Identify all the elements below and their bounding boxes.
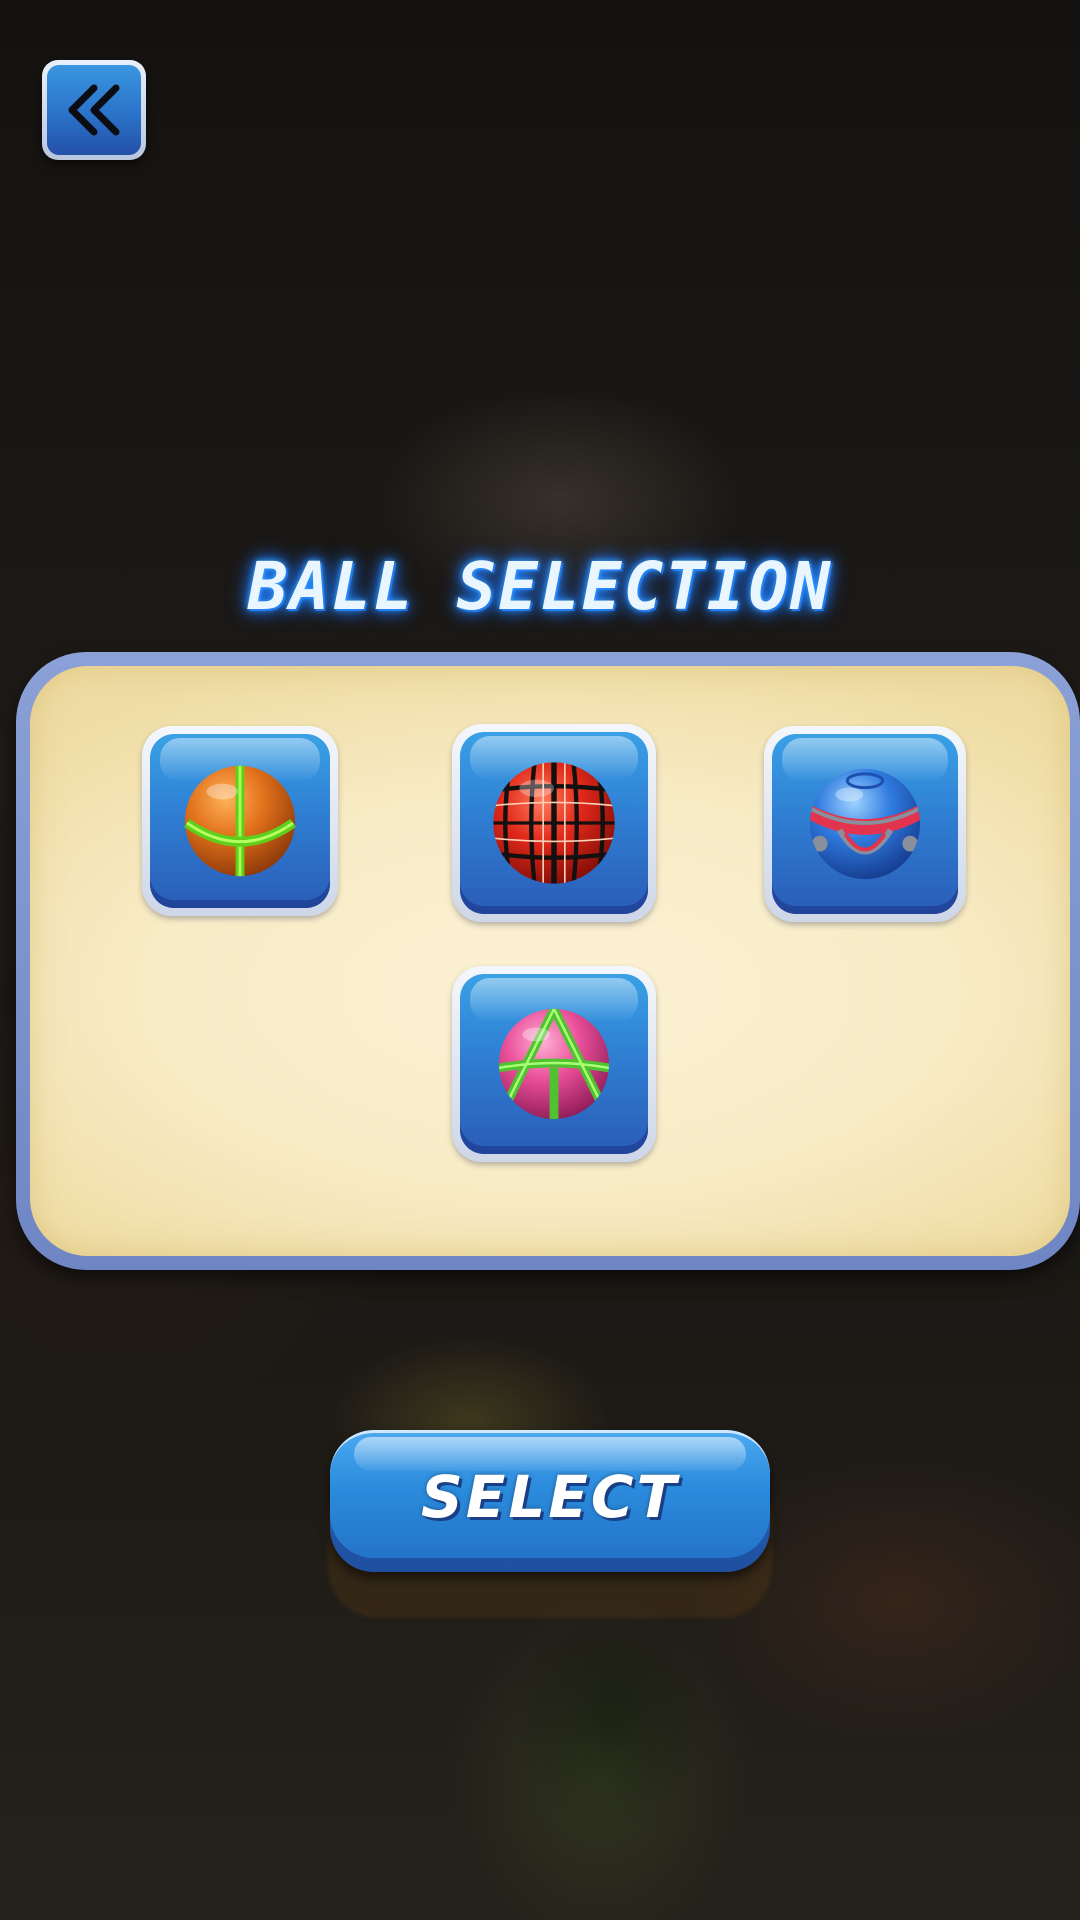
ball-slot-face xyxy=(772,734,958,914)
ball-slot-face xyxy=(150,734,330,908)
ball-slot-red-tech[interactable] xyxy=(452,724,656,922)
ball-selection-screen: BALL SELECTION SELECT xyxy=(0,0,1080,1920)
ball-slot-orange-green[interactable] xyxy=(142,726,338,916)
ball-grid xyxy=(30,666,1070,1256)
back-button[interactable] xyxy=(42,60,146,160)
ball-slot-face xyxy=(460,974,648,1154)
double-chevron-left-icon xyxy=(68,84,120,136)
ball-selection-panel xyxy=(16,652,1080,1270)
back-button-face xyxy=(47,65,141,155)
blue-armor-ball-icon xyxy=(809,768,921,880)
select-button-face: SELECT xyxy=(330,1430,770,1558)
ball-slot-face xyxy=(460,732,648,914)
select-button[interactable]: SELECT xyxy=(330,1430,770,1572)
ball-slot-blue-armor[interactable] xyxy=(764,726,966,922)
pink-green-ball-icon xyxy=(498,1008,610,1120)
red-tech-ball-icon xyxy=(493,762,615,884)
select-button-label: SELECT xyxy=(420,1463,680,1531)
ball-slot-pink-green[interactable] xyxy=(452,966,656,1162)
orange-green-ball-icon xyxy=(184,765,296,877)
page-title: BALL SELECTION xyxy=(247,548,833,625)
